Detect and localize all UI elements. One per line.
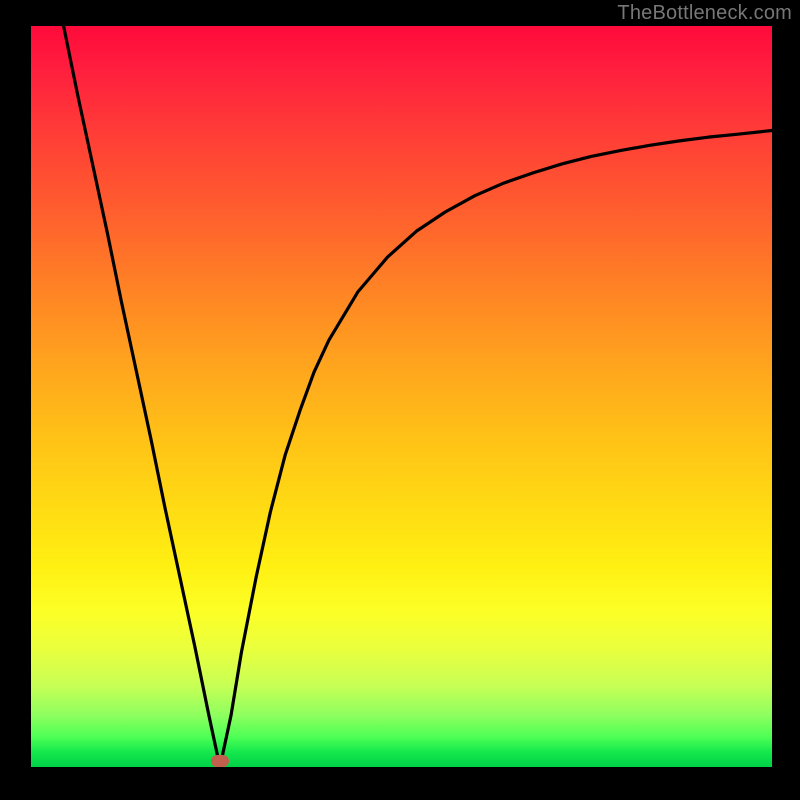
curve-path [64,26,772,767]
plot-area [31,26,772,767]
curve-svg [31,26,772,767]
watermark-text: TheBottleneck.com [617,2,792,25]
chart-frame: TheBottleneck.com [0,0,800,800]
vertex-marker [211,755,229,767]
